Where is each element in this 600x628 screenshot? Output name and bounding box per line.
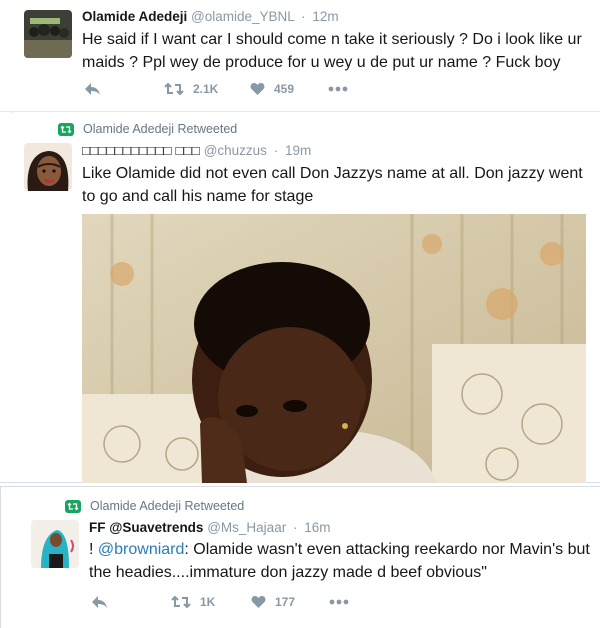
tweet-text: ! @browniard: Olamide wasn't even attack… [89,538,595,584]
separator-dot: · [301,9,306,24]
retweeted-by-label[interactable]: Olamide Adedeji Retweeted [90,499,244,513]
tweet-text-prefix: ! [89,541,98,558]
separator-dot: · [273,143,279,158]
like-count: 177 [275,595,296,609]
retweeted-by: Olamide Adedeji Retweeted [58,122,237,136]
tweet-timestamp[interactable]: 12m [312,9,338,24]
avatar[interactable] [24,10,72,58]
user-handle[interactable]: @chuzzus [204,143,267,158]
retweet-badge-icon [65,499,81,513]
tweet-actions: 2.1K 459 [84,82,348,96]
like-button[interactable]: 459 [250,82,328,96]
user-handle[interactable]: @Ms_Hajaar [207,520,286,535]
avatar[interactable] [31,520,79,568]
tweet-timestamp[interactable]: 16m [304,520,330,535]
heart-icon [250,83,265,95]
tweet-actions: 1K 177 [91,595,349,609]
user-name[interactable]: □□□□□□□□□□□ □□□ [82,143,200,158]
user-handle[interactable]: @olamide_YBNL [191,9,294,24]
reply-button[interactable] [84,82,164,96]
retweeted-by: Olamide Adedeji Retweeted [65,499,244,513]
tweet-timestamp[interactable]: 19m [285,143,311,158]
retweet-button[interactable]: 1K [171,595,251,609]
reply-icon [85,83,100,95]
more-icon [329,599,349,605]
retweeted-by-label[interactable]: Olamide Adedeji Retweeted [83,122,237,136]
tweet-text: He said if I want car I should come n ta… [82,31,582,71]
avatar[interactable] [24,143,72,191]
reply-button[interactable] [91,595,171,609]
reply-icon [92,596,107,608]
more-button[interactable] [328,86,348,92]
tweet-olamide[interactable]: Olamide Adedeji @olamide_YBNL · 12m He s… [0,0,600,112]
like-count: 459 [274,82,295,96]
separator-dot: · [292,520,298,535]
heart-icon [251,596,266,608]
mention-link[interactable]: @browniard [98,541,185,558]
retweet-badge-icon [58,122,74,136]
more-icon [328,86,348,92]
like-button[interactable]: 177 [251,595,329,609]
child-photo-image [82,214,586,483]
tweet-text: Like Olamide did not even call Don Jazzy… [82,165,583,205]
retweet-button[interactable]: 2.1K [164,82,250,96]
user-name[interactable]: FF @Suavetrends [89,520,203,535]
retweet-count: 2.1K [193,82,219,96]
tweet-suavetrends[interactable]: Olamide Adedeji Retweeted FF @Suavetrend… [0,486,600,628]
retweet-icon [164,82,184,96]
tweet-photo[interactable] [82,214,586,483]
tweet-chuzzus[interactable]: Olamide Adedeji Retweeted □□□□□□□□□□□ □□… [0,113,600,483]
retweet-icon [171,595,191,609]
more-button[interactable] [329,599,349,605]
user-name[interactable]: Olamide Adedeji [82,9,187,24]
retweet-count: 1K [200,595,216,609]
